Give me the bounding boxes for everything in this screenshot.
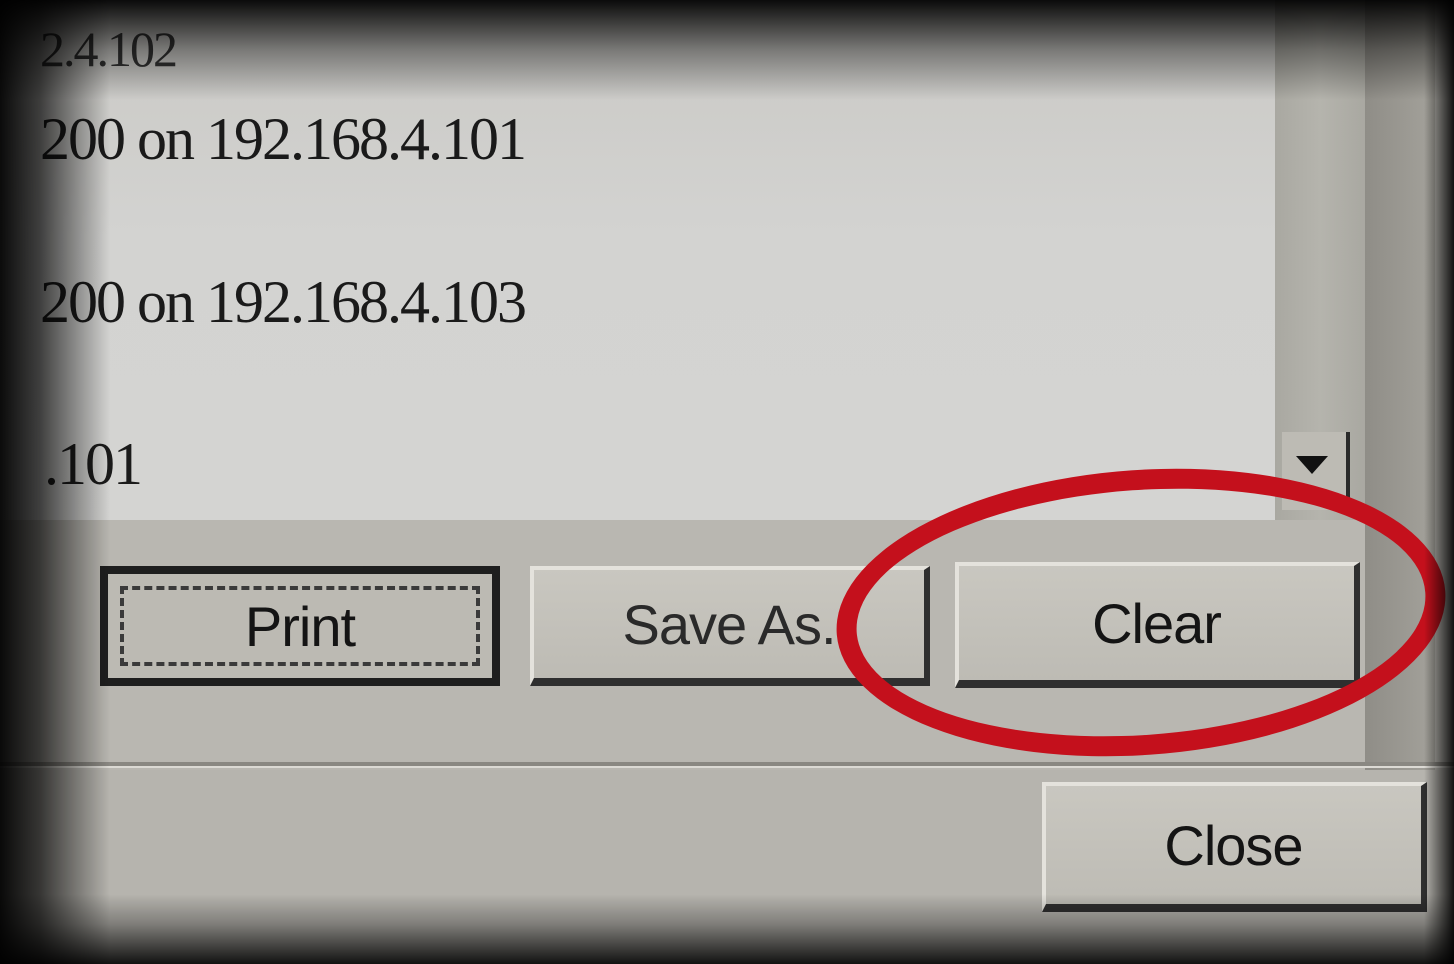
close-button[interactable]: Close xyxy=(1042,782,1427,912)
log-line: 200 on 192.168.4.101 xyxy=(40,106,527,172)
focus-rectangle xyxy=(120,586,480,666)
log-output-area[interactable]: 2.4.102 200 on 192.168.4.101 200 on 192.… xyxy=(0,0,1275,520)
save-as-button[interactable]: Save As. xyxy=(530,566,930,686)
print-button[interactable]: Print xyxy=(100,566,500,686)
scroll-down-button[interactable] xyxy=(1282,432,1350,510)
log-line: .101 xyxy=(44,431,143,497)
scroll-down-arrow-icon xyxy=(1296,456,1328,474)
divider xyxy=(0,762,1454,768)
close-button-label: Close xyxy=(1164,813,1303,877)
clear-button-label: Clear xyxy=(1092,591,1222,655)
log-dialog: 2.4.102 200 on 192.168.4.101 200 on 192.… xyxy=(0,0,1454,964)
log-line: 2.4.102 xyxy=(40,21,178,77)
clear-button[interactable]: Clear xyxy=(955,562,1360,688)
save-as-button-label: Save As. xyxy=(622,592,836,656)
log-line: 200 on 192.168.4.103 xyxy=(40,269,527,335)
panel-edge xyxy=(1365,0,1435,770)
